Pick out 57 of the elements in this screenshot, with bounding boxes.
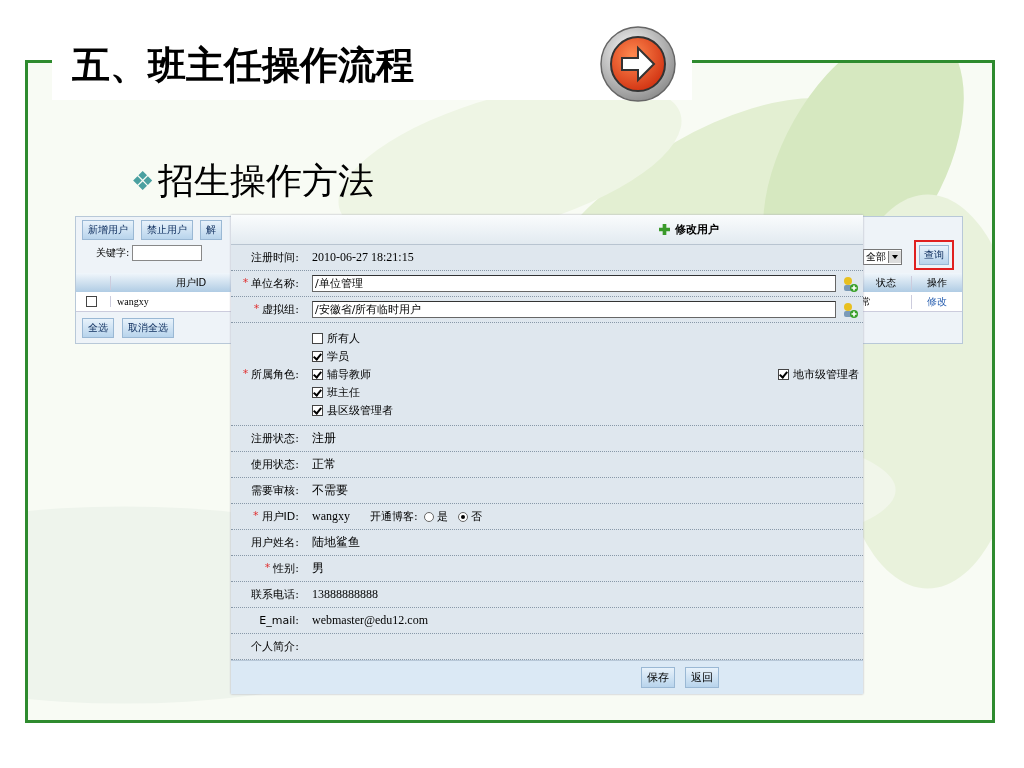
bullet-icon: ❖ [131,166,154,196]
required-mark: * [264,561,271,576]
edit-link[interactable]: 修改 [911,294,962,309]
add-user-icon[interactable] [842,275,858,292]
field-value: 2010-06-27 18:21:15 [312,250,414,265]
toolbar-button[interactable]: 解 [200,220,222,240]
field-value: 不需要 [312,482,348,499]
required-mark: * [242,366,249,382]
toolbar-button[interactable]: 禁止用户 [141,220,193,240]
field-label: 所属角色: [251,366,299,382]
role-checkbox[interactable]: 学员 [312,348,393,364]
slide-title: 五、班主任操作流程 [72,41,414,89]
role-checkbox[interactable]: 辅导教师 [312,366,393,382]
slide-subtitle: 招生操作方法 [158,158,374,203]
field-value: 注册 [312,430,336,447]
role-checkbox[interactable]: 班主任 [312,384,393,400]
form-button[interactable]: 保存 [641,667,675,688]
toolbar-button[interactable]: 新增用户 [82,220,134,240]
column-header: 状态 [875,275,897,290]
role-checkbox[interactable]: 地市级管理者 [778,366,859,382]
required-mark: * [242,276,249,291]
field-label: 用户姓名: [251,535,299,550]
keyword-field[interactable] [132,245,203,261]
field-value: 陆地鲨鱼 [312,534,360,551]
field-label: 个人简介: [251,639,299,654]
input-field[interactable]: /安徽省/所有临时用户 [312,301,836,318]
row-checkbox[interactable] [85,296,97,307]
plus-icon [659,224,670,235]
field-value: webmaster@edu12.com [312,613,428,628]
role-checkbox[interactable]: 所有人 [312,330,393,346]
field-label: 注册状态: [251,431,299,446]
add-user-icon[interactable] [842,301,858,318]
field-value: 男 [312,560,324,577]
field-label: 使用状态: [251,457,299,472]
field-label: 注册时间: [251,250,299,265]
query-button[interactable]: 查询 [919,245,949,265]
field-label: 用户ID: [261,509,299,524]
role-checkbox[interactable]: 县区级管理者 [312,402,393,418]
input-field[interactable]: /单位管理 [312,275,836,292]
field-label: 需要审核: [251,483,299,498]
status-select[interactable]: 全部 [863,249,902,265]
select-button[interactable]: 全选 [82,318,114,338]
blog-label: 开通博客: [370,509,418,524]
required-mark: * [253,509,259,524]
column-header: 操作 [911,275,962,290]
field-value: 13888888888 [312,587,378,602]
field-value: wangxy [312,509,350,524]
dialog-title: 修改用户 [675,222,719,237]
select-button[interactable]: 取消全选 [122,318,174,338]
field-label: 性别: [273,561,299,576]
field-label: E_mail: [259,614,299,627]
blog-radio[interactable]: 否 [457,509,482,524]
keyword-label: 关键字: [96,246,130,260]
form-button[interactable]: 返回 [685,667,719,688]
field-value: 正常 [312,456,336,473]
field-label: 联系电话: [251,587,299,602]
blog-radio[interactable]: 是 [423,509,448,524]
